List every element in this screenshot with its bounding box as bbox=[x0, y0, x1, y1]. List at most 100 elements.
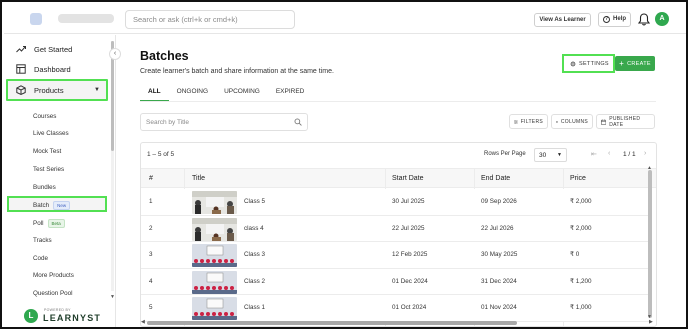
table-toolbar: 1 – 5 of 5 Rows Per Page 30 ▼ ⇤ ‹ 1 / 1 … bbox=[141, 143, 656, 166]
first-page-icon[interactable]: ⇤ bbox=[591, 150, 597, 158]
plus-icon: + bbox=[619, 58, 625, 68]
box-icon bbox=[16, 85, 26, 95]
chevron-down-icon: ▼ bbox=[557, 152, 562, 158]
table-row[interactable]: 1 Class 5 30 Jul 2025 09 Sep 2026 ₹ 2,00… bbox=[141, 189, 651, 216]
start-date: 22 Jul 2025 bbox=[392, 224, 425, 232]
top-bar: Search or ask (ctrl+k or cmd+k) View As … bbox=[4, 4, 686, 34]
next-page-icon[interactable]: › bbox=[644, 150, 646, 157]
sidebar-item-label: Dashboard bbox=[34, 64, 71, 74]
sidebar-subitem-batch[interactable]: Batch New bbox=[33, 201, 71, 210]
batch-title[interactable]: Class 1 bbox=[244, 304, 265, 311]
view-as-learner-button[interactable]: View As Learner bbox=[534, 13, 591, 27]
rows-per-page-value: 30 bbox=[539, 152, 547, 159]
help-button[interactable]: ? Help bbox=[598, 12, 631, 27]
settings-button[interactable]: SETTINGS bbox=[566, 58, 611, 69]
col-header-number[interactable]: # bbox=[149, 175, 153, 182]
published-date-button[interactable]: PUBLISHED DATE bbox=[596, 114, 655, 129]
page-title: Batches bbox=[140, 49, 189, 63]
sidebar-scrollbar[interactable] bbox=[110, 35, 115, 292]
col-header-start-date[interactable]: Start Date bbox=[392, 175, 424, 182]
table-row[interactable]: 4 Class 2 01 Dec 2024 31 Dec 2024 ₹ 1,20… bbox=[141, 268, 651, 295]
page-subtitle: Create learner's batch and share informa… bbox=[140, 68, 334, 75]
calendar-icon bbox=[601, 119, 607, 125]
dashboard-icon bbox=[16, 64, 26, 74]
search-placeholder: Search by Title bbox=[146, 119, 189, 126]
table-vertical-scrollbar[interactable] bbox=[648, 170, 652, 318]
columns-icon bbox=[556, 120, 558, 123]
chevron-down-icon: ▼ bbox=[94, 87, 100, 93]
sidebar-item-label: Batch bbox=[33, 202, 50, 210]
trending-up-icon bbox=[16, 46, 26, 53]
sidebar-subitem-test-series[interactable]: Test Series bbox=[33, 166, 64, 173]
prev-page-icon[interactable]: ‹ bbox=[608, 150, 610, 157]
settings-label: SETTINGS bbox=[579, 60, 609, 67]
sidebar-subitem-bundles[interactable]: Bundles bbox=[33, 184, 56, 191]
col-header-end-date[interactable]: End Date bbox=[481, 175, 510, 182]
sidebar: Get Started Dashboard Products ▼ Courses… bbox=[4, 35, 116, 327]
bell-icon[interactable] bbox=[638, 13, 650, 26]
batch-thumbnail bbox=[192, 191, 237, 214]
batch-title[interactable]: class 4 bbox=[244, 225, 264, 232]
tab-upcoming[interactable]: UPCOMING bbox=[216, 84, 268, 102]
batch-thumbnail bbox=[192, 244, 237, 267]
page-indicator: 1 / 1 bbox=[623, 151, 636, 158]
beta-badge: Beta bbox=[47, 219, 65, 228]
columns-button[interactable]: COLUMNS bbox=[551, 114, 593, 129]
create-batch-button[interactable]: + CREATE bbox=[615, 56, 655, 71]
tab-all[interactable]: ALL bbox=[140, 84, 169, 102]
col-header-title[interactable]: Title bbox=[192, 175, 205, 182]
tab-ongoing[interactable]: ONGOING bbox=[169, 84, 216, 102]
tab-expired[interactable]: EXPIRED bbox=[268, 84, 313, 102]
price: ₹ 2,000 bbox=[570, 224, 592, 232]
sidebar-subitem-poll[interactable]: Poll Beta bbox=[33, 219, 65, 228]
global-search-input[interactable]: Search or ask (ctrl+k or cmd+k) bbox=[125, 10, 295, 29]
title-search-input[interactable]: Search by Title bbox=[140, 113, 308, 131]
sidebar-item-label: Poll bbox=[33, 220, 44, 228]
sidebar-item-products[interactable]: Products ▼ bbox=[6, 79, 108, 101]
settings-highlight: SETTINGS bbox=[562, 54, 615, 73]
batch-title[interactable]: Class 3 bbox=[244, 251, 265, 258]
sidebar-item-label: Get Started bbox=[34, 44, 73, 54]
table-row[interactable]: 5 Class 1 01 Oct 2024 01 Nov 2024 ₹ 1,00… bbox=[141, 295, 651, 322]
sidebar-item-dashboard[interactable]: Dashboard bbox=[8, 59, 108, 79]
col-header-price[interactable]: Price bbox=[570, 175, 586, 182]
filters-label: FILTERS bbox=[520, 118, 543, 125]
scroll-left-arrow-icon[interactable]: ◀ bbox=[141, 319, 145, 325]
start-date: 12 Feb 2025 bbox=[392, 251, 428, 258]
app-logo[interactable] bbox=[30, 13, 42, 25]
sidebar-subitem-question-pool[interactable]: Question Pool bbox=[33, 290, 73, 297]
batches-table: 1 – 5 of 5 Rows Per Page 30 ▼ ⇤ ‹ 1 / 1 … bbox=[140, 142, 657, 327]
sidebar-subitem-mock-test[interactable]: Mock Test bbox=[33, 148, 61, 155]
start-date: 01 Oct 2024 bbox=[392, 304, 427, 311]
table-row[interactable]: 3 Class 3 12 Feb 2025 30 May 2025 ₹ 0 bbox=[141, 242, 651, 269]
scroll-right-arrow-icon[interactable]: ▶ bbox=[649, 319, 653, 325]
price: ₹ 0 bbox=[570, 251, 580, 258]
record-count: 1 – 5 of 5 bbox=[147, 151, 175, 158]
sidebar-subitem-courses[interactable]: Courses bbox=[33, 113, 56, 120]
help-label: Help bbox=[613, 16, 627, 22]
end-date: 01 Nov 2024 bbox=[481, 304, 517, 311]
avatar[interactable]: A bbox=[655, 12, 669, 26]
sidebar-item-get-started[interactable]: Get Started bbox=[8, 39, 108, 59]
rows-per-page-select[interactable]: 30 ▼ bbox=[534, 148, 567, 162]
start-date: 30 Jul 2025 bbox=[392, 198, 425, 205]
tabs-divider bbox=[140, 101, 656, 102]
sidebar-subitem-live-classes[interactable]: Live Classes bbox=[33, 130, 69, 137]
rows-per-page-label: Rows Per Page bbox=[484, 151, 526, 157]
sidebar-subitem-more-products[interactable]: More Products bbox=[33, 272, 74, 279]
sidebar-subitem-code[interactable]: Code bbox=[33, 255, 48, 262]
powered-by-label: POWERED BY bbox=[44, 308, 71, 312]
batch-title[interactable]: Class 2 bbox=[244, 278, 265, 285]
table-row[interactable]: 2 class 4 22 Jul 2025 22 Jul 2026 ₹ 2,00… bbox=[141, 215, 651, 242]
table-horizontal-scrollbar[interactable] bbox=[147, 321, 517, 325]
powered-by-learnyst: L POWERED BY LEARNYST bbox=[22, 306, 112, 326]
end-date: 22 Jul 2026 bbox=[481, 224, 514, 232]
row-number: 5 bbox=[149, 304, 153, 311]
batch-title[interactable]: Class 5 bbox=[244, 198, 265, 205]
filters-button[interactable]: FILTERS bbox=[509, 114, 548, 129]
collapse-sidebar-button[interactable]: ‹ bbox=[109, 48, 121, 60]
batch-status-tabs: ALL ONGOING UPCOMING EXPIRED bbox=[140, 84, 312, 102]
scroll-down-arrow-icon[interactable]: ▼ bbox=[110, 294, 115, 300]
published-date-label: PUBLISHED DATE bbox=[609, 115, 641, 128]
sidebar-subitem-tracks[interactable]: Tracks bbox=[33, 237, 52, 244]
